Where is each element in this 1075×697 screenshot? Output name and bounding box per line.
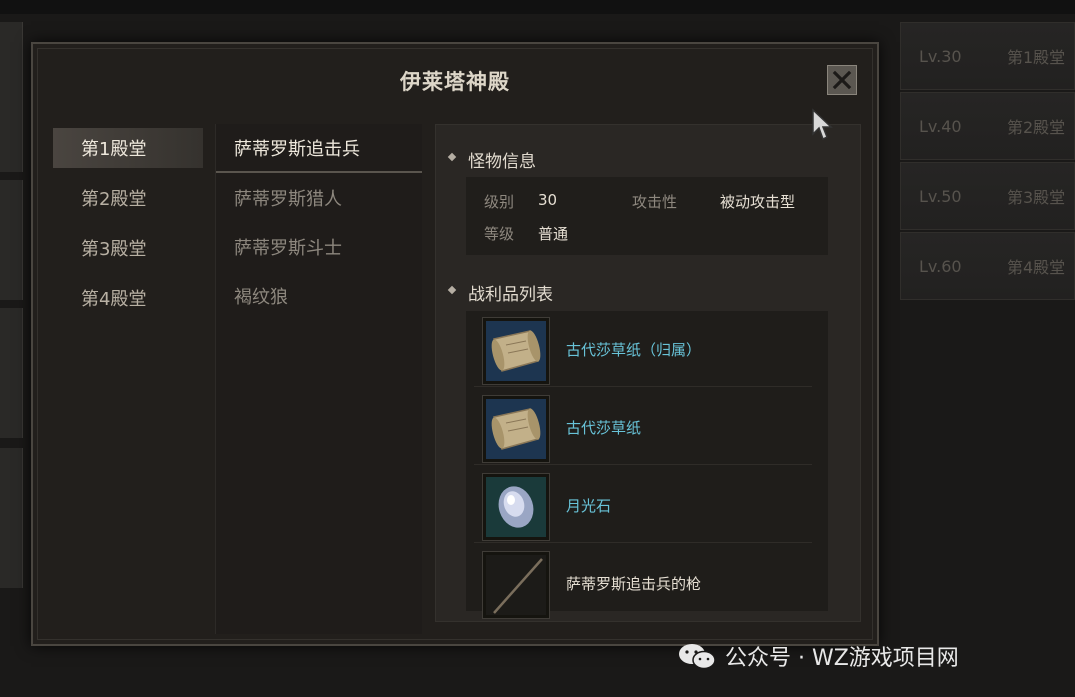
loot-item[interactable]: 古代莎草纸（归属） [466, 311, 828, 387]
hall-tab-3[interactable]: 第3殿堂 [53, 228, 203, 268]
loot-item-name: 古代莎草纸 [566, 419, 642, 437]
background-level-label: Lv.50 [919, 186, 962, 206]
hall-tab-1[interactable]: 第1殿堂 [53, 128, 203, 168]
divider [474, 386, 812, 387]
background-top-bar [0, 0, 1075, 14]
bullet-icon [447, 285, 457, 295]
hall-list: 第1殿堂 第2殿堂 第3殿堂 第4殿堂 [53, 128, 203, 628]
monster-detail-panel: 怪物信息 级别 30 攻击性 被动攻击型 等级 普通 战利品列表 古代莎草纸（归… [435, 124, 861, 622]
background-left-tab [0, 22, 23, 172]
monster-item[interactable]: 萨蒂罗斯猎人 [216, 173, 422, 222]
hall-tab-4[interactable]: 第4殿堂 [53, 278, 203, 318]
background-level-label: Lv.60 [919, 256, 962, 276]
background-hall-label: 第3殿堂 [1007, 188, 1066, 207]
monster-info-heading: 怪物信息 [447, 147, 536, 172]
level-value: 30 [538, 191, 558, 209]
loot-item-name: 古代莎草纸（归属） [566, 341, 702, 359]
hall-tab-2[interactable]: 第2殿堂 [53, 178, 203, 218]
loot-icon-frame [482, 551, 550, 619]
dialog-title: 伊莱塔神殿 [400, 70, 510, 94]
watermark: 公众号 · WZ游戏项目网 [677, 640, 959, 672]
monster-item[interactable]: 萨蒂罗斯追击兵 [216, 124, 422, 173]
background-hall-label: 第1殿堂 [1007, 48, 1066, 67]
background-left-tab [0, 448, 23, 588]
loot-item[interactable]: 月光石 [466, 467, 828, 543]
divider [474, 464, 812, 465]
moonstone-icon [486, 477, 546, 537]
rank-label: 等级 [484, 225, 515, 243]
background-level-entry[interactable]: Lv.60 第4殿堂 [900, 232, 1075, 300]
background-level-entry[interactable]: Lv.40 第2殿堂 [900, 92, 1075, 160]
papyrus-scroll-icon [486, 399, 546, 459]
spear-icon [486, 555, 546, 615]
loot-list-heading: 战利品列表 [447, 280, 553, 305]
loot-list: 古代莎草纸（归属） 古代莎草纸 月光石 萨蒂罗斯追击兵的枪 [466, 311, 828, 619]
background-level-label: Lv.40 [919, 116, 962, 136]
loot-icon-frame [482, 473, 550, 541]
rank-value: 普通 [538, 225, 569, 243]
monster-info-box: 级别 30 攻击性 被动攻击型 等级 普通 [466, 177, 828, 255]
background-left-tab [0, 180, 23, 300]
level-label: 级别 [484, 193, 515, 211]
loot-icon-frame [482, 317, 550, 385]
mouse-cursor-icon [812, 108, 833, 141]
loot-item[interactable]: 古代莎草纸 [466, 389, 828, 465]
background-level-entry[interactable]: Lv.30 第1殿堂 [900, 22, 1075, 90]
loot-icon-frame [482, 395, 550, 463]
background-level-entry[interactable]: Lv.50 第3殿堂 [900, 162, 1075, 230]
monster-info-heading-text: 怪物信息 [468, 152, 536, 172]
close-icon [832, 70, 852, 90]
close-button[interactable] [827, 65, 857, 95]
temple-dialog: 伊莱塔神殿 第1殿堂 第2殿堂 第3殿堂 第4殿堂 萨蒂罗斯追击兵 萨蒂罗斯猎人… [31, 42, 879, 646]
papyrus-scroll-icon [486, 321, 546, 381]
loot-list-heading-text: 战利品列表 [468, 285, 553, 305]
background-hall-label: 第2殿堂 [1007, 118, 1066, 137]
divider [474, 542, 812, 543]
background-level-label: Lv.30 [919, 46, 962, 66]
loot-item[interactable]: 萨蒂罗斯追击兵的枪 [466, 545, 828, 621]
aggression-label: 攻击性 [632, 193, 678, 211]
watermark-text: 公众号 · WZ游戏项目网 [725, 646, 959, 671]
bullet-icon [447, 152, 457, 162]
loot-item-name: 萨蒂罗斯追击兵的枪 [566, 575, 702, 593]
monster-list: 萨蒂罗斯追击兵 萨蒂罗斯猎人 萨蒂罗斯斗士 褐纹狼 [215, 124, 422, 634]
wechat-logo-icon [679, 644, 716, 670]
background-left-tab [0, 308, 23, 438]
background-hall-label: 第4殿堂 [1007, 258, 1066, 277]
monster-item[interactable]: 萨蒂罗斯斗士 [216, 222, 422, 271]
loot-item-name: 月光石 [566, 497, 612, 515]
monster-item[interactable]: 褐纹狼 [216, 271, 422, 320]
aggression-value: 被动攻击型 [720, 193, 796, 211]
